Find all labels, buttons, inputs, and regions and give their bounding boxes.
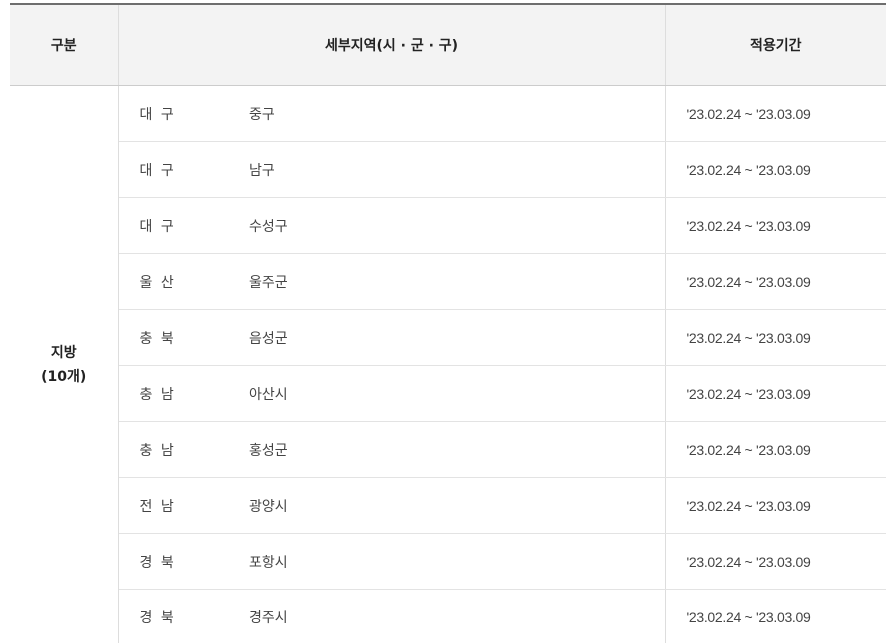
table-header: 구분 세부지역(시 · 군 · 구) 적용기간 <box>10 4 886 86</box>
district-cell: 홍성군 <box>228 422 665 478</box>
province-cell: 충 남 <box>118 366 228 422</box>
period-cell: '23.02.24 ~ '23.03.09 <box>665 422 886 478</box>
district-cell: 중구 <box>228 86 665 142</box>
group-count: (10개) <box>10 365 118 389</box>
province-cell: 전 남 <box>118 478 228 534</box>
table-row: 대 구 남구 '23.02.24 ~ '23.03.09 <box>10 142 886 198</box>
province-cell: 대 구 <box>118 198 228 254</box>
table-row: 충 남 홍성군 '23.02.24 ~ '23.03.09 <box>10 422 886 478</box>
table-row: 충 북 음성군 '23.02.24 ~ '23.03.09 <box>10 310 886 366</box>
period-cell: '23.02.24 ~ '23.03.09 <box>665 534 886 590</box>
period-cell: '23.02.24 ~ '23.03.09 <box>665 366 886 422</box>
table-row: 경 북 포항시 '23.02.24 ~ '23.03.09 <box>10 534 886 590</box>
group-cell: 지방 (10개) <box>10 86 118 643</box>
table-row: 전 남 광양시 '23.02.24 ~ '23.03.09 <box>10 478 886 534</box>
district-cell: 남구 <box>228 142 665 198</box>
table-row: 경 북 경주시 '23.02.24 ~ '23.03.09 <box>10 590 886 643</box>
province-cell: 충 북 <box>118 310 228 366</box>
district-cell: 울주군 <box>228 254 665 310</box>
region-period-table: 구분 세부지역(시 · 군 · 구) 적용기간 지방 (10개) 대 구 중구 … <box>10 3 886 643</box>
period-cell: '23.02.24 ~ '23.03.09 <box>665 86 886 142</box>
period-cell: '23.02.24 ~ '23.03.09 <box>665 310 886 366</box>
period-cell: '23.02.24 ~ '23.03.09 <box>665 142 886 198</box>
table-row: 울 산 울주군 '23.02.24 ~ '23.03.09 <box>10 254 886 310</box>
province-cell: 울 산 <box>118 254 228 310</box>
period-cell: '23.02.24 ~ '23.03.09 <box>665 254 886 310</box>
period-cell: '23.02.24 ~ '23.03.09 <box>665 198 886 254</box>
district-cell: 음성군 <box>228 310 665 366</box>
district-cell: 포항시 <box>228 534 665 590</box>
table-row: 지방 (10개) 대 구 중구 '23.02.24 ~ '23.03.09 <box>10 86 886 142</box>
group-label: 지방 <box>10 341 118 365</box>
header-category: 구분 <box>10 4 118 86</box>
district-cell: 경주시 <box>228 590 665 643</box>
province-cell: 대 구 <box>118 142 228 198</box>
period-cell: '23.02.24 ~ '23.03.09 <box>665 478 886 534</box>
table-body: 지방 (10개) 대 구 중구 '23.02.24 ~ '23.03.09 대 … <box>10 86 886 643</box>
header-sub-region: 세부지역(시 · 군 · 구) <box>118 4 665 86</box>
district-cell: 수성구 <box>228 198 665 254</box>
province-cell: 충 남 <box>118 422 228 478</box>
period-cell: '23.02.24 ~ '23.03.09 <box>665 590 886 643</box>
district-cell: 아산시 <box>228 366 665 422</box>
province-cell: 대 구 <box>118 86 228 142</box>
province-cell: 경 북 <box>118 590 228 643</box>
header-period: 적용기간 <box>665 4 886 86</box>
province-cell: 경 북 <box>118 534 228 590</box>
table-row: 충 남 아산시 '23.02.24 ~ '23.03.09 <box>10 366 886 422</box>
district-cell: 광양시 <box>228 478 665 534</box>
table-row: 대 구 수성구 '23.02.24 ~ '23.03.09 <box>10 198 886 254</box>
header-row: 구분 세부지역(시 · 군 · 구) 적용기간 <box>10 4 886 86</box>
